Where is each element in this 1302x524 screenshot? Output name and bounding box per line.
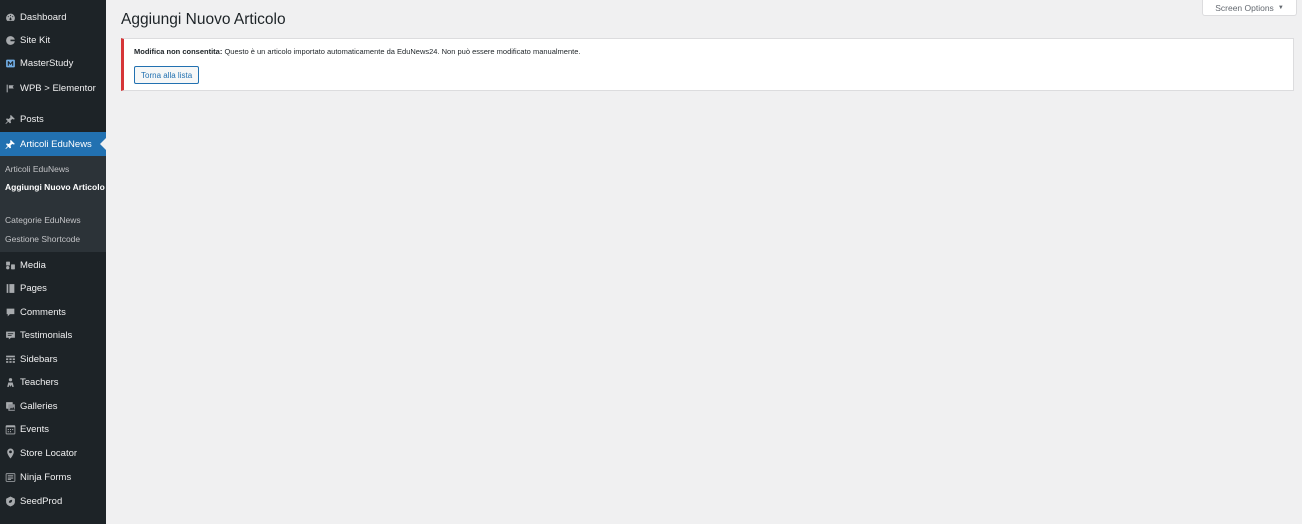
sidebar-item-label: Comments [20, 306, 66, 318]
sidebars-icon [0, 354, 20, 365]
sidebar-item-label: WPB > Elementor [20, 82, 96, 94]
submenu-item-articoli-edunews[interactable]: Articoli EduNews [5, 164, 105, 175]
main-content: Screen Options ▼ Aggiungi Nuovo Articolo… [106, 0, 1302, 524]
sidebar-item-label: SeedProd [20, 495, 63, 507]
page-title: Aggiungi Nuovo Articolo [121, 11, 286, 28]
sidebar-item-label: Ninja Forms [20, 471, 72, 483]
sidebar-item-dashboard[interactable]: Dashboard [0, 6, 106, 28]
sidebar-item-label: Pages [20, 282, 47, 294]
submenu-item-categorie-edunews[interactable]: Categorie EduNews [5, 215, 105, 226]
sidebar-item-seedprod[interactable]: SeedProd [0, 490, 106, 512]
wpb-elementor-icon [0, 83, 20, 94]
sidebar-item-label: Articoli EduNews [20, 138, 92, 150]
sidebar-item-label: Testimonials [20, 329, 73, 341]
sidebar-item-posts[interactable]: Posts [0, 108, 106, 130]
sidebar-item-label: Dashboard [20, 11, 67, 23]
masterstudy-icon [0, 58, 20, 69]
screen-options-button[interactable]: Screen Options ▼ [1202, 0, 1297, 16]
comments-icon [0, 307, 20, 318]
sidebar-item-galleries[interactable]: Galleries [0, 395, 106, 417]
submenu-item-aggiungi-nuovo-articolo[interactable]: Aggiungi Nuovo Articolo [5, 182, 105, 193]
teachers-icon [0, 377, 20, 388]
media-icon [0, 260, 20, 271]
screen-options-label: Screen Options [1215, 2, 1274, 13]
sidebar-item-label: Site Kit [20, 34, 51, 46]
sidebar-item-ninja-forms[interactable]: Ninja Forms [0, 466, 106, 488]
sidebar-item-site-kit[interactable]: Site Kit [0, 29, 106, 51]
forms-icon [0, 472, 20, 483]
sidebar-item-articoli-edunews[interactable]: Articoli EduNews [0, 132, 106, 156]
pushpin-icon [0, 114, 20, 125]
sidebar-item-label: Store Locator [20, 447, 78, 459]
notice-text: Modifica non consentita: Questo è un art… [134, 47, 580, 56]
back-to-list-button[interactable]: Torna alla lista [134, 66, 200, 84]
sidebar-item-label: MasterStudy [20, 57, 74, 69]
submenu-articoli-edunews: Articoli EduNews Aggiungi Nuovo Articolo… [0, 156, 106, 252]
sidebar-item-sidebars[interactable]: Sidebars [0, 348, 106, 370]
caret-down-icon: ▼ [1277, 4, 1284, 11]
sidebar-item-masterstudy[interactable]: MasterStudy [0, 52, 106, 74]
pushpin-icon [0, 139, 20, 150]
sidebar-item-store-locator[interactable]: Store Locator [0, 442, 106, 464]
sidebar-item-testimonials[interactable]: Testimonials [0, 324, 106, 346]
location-pin-icon [0, 448, 20, 459]
sidebar-item-teachers[interactable]: Teachers [0, 371, 106, 393]
testimonials-icon [0, 330, 20, 341]
sidebar-item-comments[interactable]: Comments [0, 301, 106, 323]
error-notice: Modifica non consentita: Questo è un art… [121, 38, 1294, 91]
sidebar-item-label: Media [20, 259, 46, 271]
sidebar-item-label: Galleries [20, 400, 58, 412]
sidebar-item-wpb-elementor[interactable]: WPB > Elementor [0, 77, 106, 99]
sidebar-item-label: Teachers [20, 376, 59, 388]
sidebar-item-label: Sidebars [20, 353, 58, 365]
sidebar-item-label: Posts [20, 113, 44, 125]
site-kit-icon [0, 35, 20, 46]
sidebar-item-pages[interactable]: Pages [0, 277, 106, 299]
calendar-icon [0, 424, 20, 435]
notice-message: Questo è un articolo importato automatic… [224, 47, 581, 56]
admin-sidebar: Dashboard Site Kit MasterStudy WPB > Ele… [0, 0, 106, 524]
pages-icon [0, 283, 20, 294]
notice-strong: Modifica non consentita: [134, 47, 223, 56]
galleries-icon [0, 401, 20, 412]
sidebar-item-media[interactable]: Media [0, 254, 106, 276]
sidebar-item-events[interactable]: Events [0, 418, 106, 440]
seedprod-icon [0, 496, 20, 507]
dashboard-icon [0, 12, 20, 23]
submenu-item-gestione-shortcode[interactable]: Gestione Shortcode [5, 234, 105, 245]
sidebar-item-label: Events [20, 423, 50, 435]
